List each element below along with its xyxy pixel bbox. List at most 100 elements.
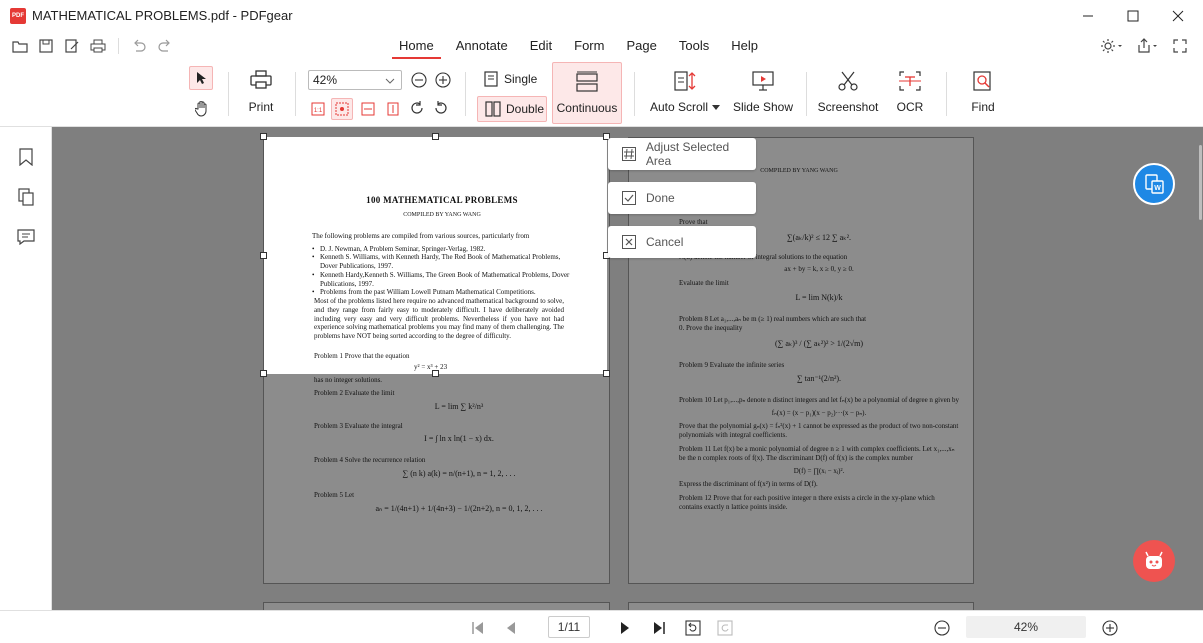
document-viewer[interactable]: has no integer solutions. Problem 2 Eval… — [52, 127, 1203, 610]
window-tools — [1101, 36, 1189, 56]
undo-icon[interactable] — [129, 36, 149, 56]
go-forward-view-button[interactable] — [714, 617, 736, 639]
fit-width-button[interactable] — [359, 100, 377, 118]
tab-form[interactable]: Form — [563, 32, 615, 60]
comment-icon — [17, 229, 35, 245]
list-item: • Kenneth S. Williams, with Kenneth Hardy… — [312, 253, 561, 270]
double-page-button[interactable]: Double — [477, 96, 547, 122]
find-button[interactable]: Find — [964, 70, 1002, 114]
caret-down-icon — [712, 104, 721, 110]
page-2-formula-f: fₙ(x) = (x − p₁)(x − p₂)···(x − pₙ). — [771, 409, 867, 417]
previous-page-button[interactable] — [500, 617, 522, 639]
page-number-input[interactable]: 1/11 — [548, 616, 590, 638]
ai-assistant-fab-button[interactable] — [1133, 540, 1175, 582]
robot-assistant-icon — [1145, 551, 1163, 569]
bookmark-panel-button[interactable] — [16, 147, 36, 167]
find-icon — [973, 71, 991, 91]
window-title: MATHEMATICAL PROBLEMS.pdf - PDFgear — [32, 8, 293, 23]
pdf-page-4[interactable] — [628, 602, 974, 610]
next-page-button[interactable] — [614, 617, 636, 639]
minimize-button[interactable] — [1065, 0, 1111, 32]
auto-scroll-button[interactable]: Auto Scroll — [648, 70, 722, 114]
zoom-in-button[interactable] — [435, 72, 451, 91]
page-2-line: Problem 12 Prove that for each positive … — [679, 494, 935, 511]
resize-handle[interactable] — [260, 370, 267, 377]
cancel-label: Cancel — [646, 235, 684, 249]
open-folder-icon[interactable] — [10, 36, 30, 56]
resize-handle[interactable] — [260, 252, 267, 259]
page-2-line: 0. Prove the inequality — [679, 323, 743, 332]
screenshot-button[interactable]: Screenshot — [816, 70, 880, 114]
rotate-clockwise-button[interactable] — [409, 100, 425, 119]
adjust-selected-area-button[interactable]: Adjust Selected Area — [608, 138, 756, 170]
thumbnails-panel-button[interactable] — [16, 187, 36, 207]
print-label: Print — [248, 100, 274, 114]
tab-annotate[interactable]: Annotate — [445, 32, 519, 60]
done-label: Done — [646, 191, 675, 205]
intro-text: The following problems are compiled from… — [312, 231, 530, 240]
status-zoom-out-button[interactable] — [931, 617, 953, 639]
bookmark-icon — [19, 148, 33, 166]
single-label: Single — [504, 72, 538, 86]
print-quick-icon[interactable] — [88, 36, 108, 56]
tab-page[interactable]: Page — [615, 32, 667, 60]
page-2-content: Prove that ∑(aₖ/k)² ≤ 12 ∑ aₖ². N(k) den… — [679, 218, 959, 512]
comments-panel-button[interactable] — [16, 227, 36, 247]
ocr-button[interactable]: OCR — [890, 70, 930, 114]
problem-1-equation: y² = x³ + 23 — [414, 363, 448, 371]
tab-help[interactable]: Help — [720, 32, 769, 60]
problem-1-text: Problem 1 Prove that the equation — [314, 352, 410, 360]
maximize-button[interactable] — [1110, 0, 1156, 32]
page-2-line: Express the discriminant of f(x²) in ter… — [679, 479, 818, 488]
document-title: 100 MATHEMATICAL PROBLEMS — [366, 195, 518, 205]
zoom-out-button[interactable] — [411, 72, 427, 91]
list-item: • D. J. Newman, A Problem Seminar, Spring… — [312, 244, 486, 253]
select-tool-button[interactable] — [189, 66, 213, 90]
continuous-button[interactable]: Continuous — [552, 62, 622, 124]
close-button[interactable] — [1155, 0, 1201, 32]
list-item-text: Kenneth Hardy,Kenneth S. Williams, The G… — [320, 270, 570, 288]
tab-home[interactable]: Home — [388, 32, 445, 60]
resize-handle[interactable] — [260, 133, 267, 140]
fit-height-button[interactable] — [384, 100, 402, 118]
resize-handle[interactable] — [432, 370, 439, 377]
selected-area[interactable]: 100 MATHEMATICAL PROBLEMS COMPILED BY YA… — [264, 137, 607, 374]
save-as-icon[interactable] — [62, 36, 82, 56]
status-zoom-value[interactable]: 42% — [966, 616, 1086, 638]
tab-edit[interactable]: Edit — [519, 32, 563, 60]
first-page-button[interactable] — [467, 617, 489, 639]
adjust-selected-area-label: Adjust Selected Area — [645, 140, 730, 168]
redo-icon[interactable] — [155, 36, 175, 56]
document-author: COMPILED BY YANG WANG — [403, 212, 481, 219]
tab-tools[interactable]: Tools — [668, 32, 720, 60]
double-page-icon — [485, 101, 501, 117]
single-page-button[interactable]: Single — [484, 68, 537, 90]
scrollbar-thumb[interactable] — [1199, 145, 1202, 220]
zoom-combobox[interactable]: 42% — [308, 70, 402, 90]
pdf-page-3[interactable] — [263, 602, 610, 610]
resize-handle[interactable] — [603, 370, 610, 377]
done-button[interactable]: Done — [608, 182, 756, 214]
share-icon[interactable] — [1137, 36, 1159, 56]
cancel-button[interactable]: Cancel — [608, 226, 756, 258]
resize-handle[interactable] — [432, 133, 439, 140]
intro-paragraph: Most of the problems listed here require… — [314, 297, 564, 340]
print-button[interactable]: Print — [243, 70, 279, 114]
problem-5-formula: aₙ = 1/(4n+1) + 1/(4n+3) − 1/(2n+2), n =… — [375, 503, 543, 513]
slide-show-button[interactable]: Slide Show — [732, 70, 794, 114]
status-zoom-in-button[interactable] — [1099, 617, 1121, 639]
last-page-button[interactable] — [648, 617, 670, 639]
previous-page-icon — [507, 622, 515, 634]
hand-tool-button[interactable] — [191, 98, 213, 120]
vertical-scrollbar[interactable] — [1197, 127, 1203, 610]
fullscreen-icon[interactable] — [1173, 36, 1189, 56]
save-icon[interactable] — [36, 36, 56, 56]
go-back-view-button[interactable] — [682, 617, 704, 639]
zoom-out-icon — [411, 72, 427, 88]
convert-fab-button[interactable]: W — [1133, 163, 1175, 205]
rotate-counterclockwise-button[interactable] — [433, 100, 449, 119]
actual-size-button[interactable]: 1:1 — [309, 100, 327, 118]
fit-page-button[interactable] — [331, 98, 353, 120]
menu-bar: Home Annotate Edit Form Page Tools Help — [0, 32, 1203, 60]
theme-settings-icon[interactable] — [1101, 36, 1123, 56]
